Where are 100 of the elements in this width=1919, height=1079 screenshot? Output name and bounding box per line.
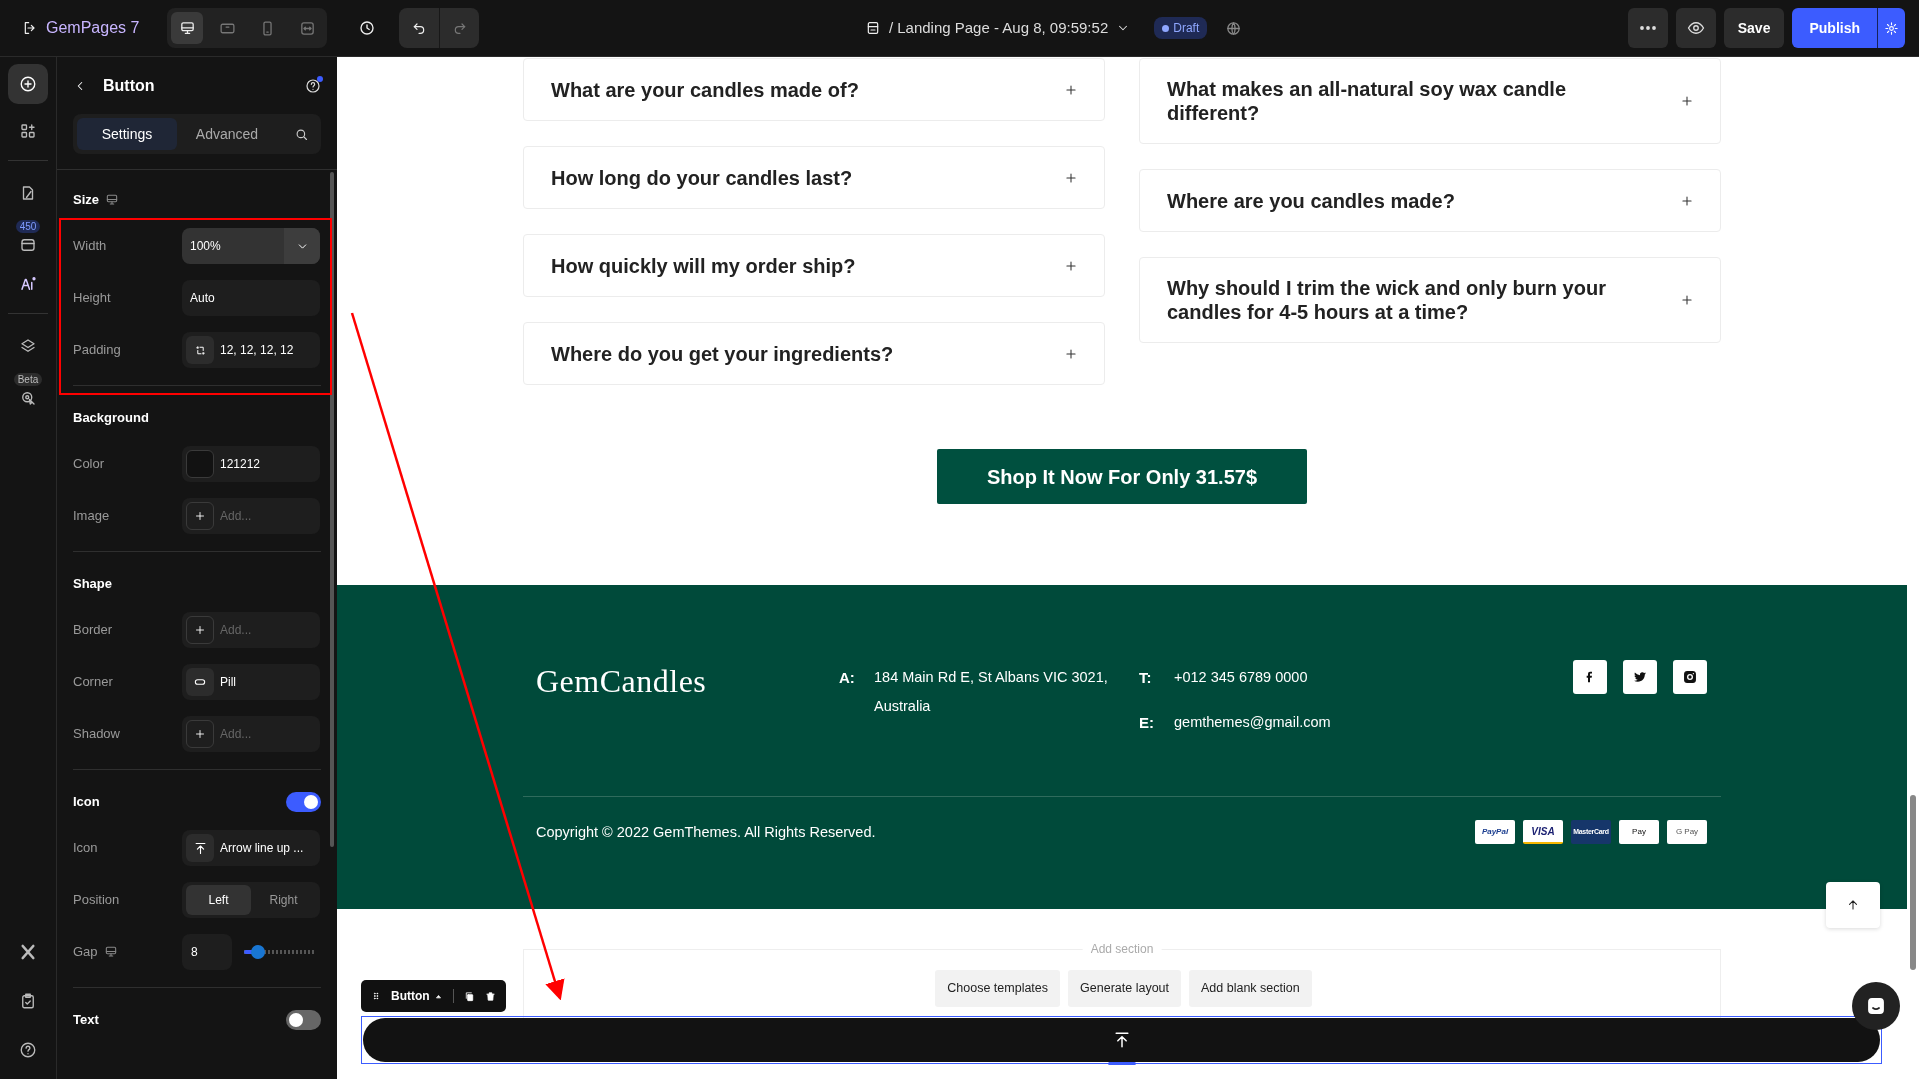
layers-icon [19, 337, 37, 355]
field-label: Color [73, 455, 105, 474]
field-label: Height [73, 289, 111, 308]
payment-logo: G Pay [1667, 820, 1707, 844]
clipboard-check-icon [19, 992, 37, 1010]
plus-icon [1680, 193, 1694, 208]
position-option[interactable]: Left [186, 885, 251, 915]
faq-item[interactable]: What are your candles made of? [523, 58, 1105, 121]
footer-logo: GemCandles [536, 662, 708, 701]
position-option[interactable]: Right [251, 885, 316, 915]
scrollbar-thumb[interactable] [1910, 795, 1916, 970]
contact-value: gemthemes@gmail.com [1174, 713, 1331, 732]
twitter-link[interactable] [1623, 660, 1657, 694]
plus-icon [1064, 346, 1078, 361]
toggle-switch[interactable] [286, 792, 321, 812]
desktop-icon [178, 19, 196, 37]
faq-question: Where are you candles made? [1167, 188, 1455, 213]
section-title: Shape [73, 575, 112, 594]
page-title-dropdown[interactable]: / Landing Page - Aug 8, 09:59:52 [888, 16, 1131, 40]
field-label: Width [73, 237, 107, 256]
width-select[interactable]: 100% [182, 228, 320, 264]
field-label: Image [73, 507, 110, 526]
clock-icon [358, 19, 377, 37]
faq-item[interactable]: What makes an all-natural soy wax candle different? [1139, 58, 1721, 144]
field-label: Icon [73, 839, 98, 858]
more-button[interactable] [1627, 8, 1668, 48]
contact-value: +012 345 6789 0000 [1174, 668, 1308, 687]
field-label: Padding [73, 341, 121, 360]
icon-select[interactable]: Arrow line up ... [182, 830, 320, 866]
field-label: Border [73, 621, 113, 640]
chat-button[interactable] [1852, 982, 1900, 1030]
height-field[interactable]: Auto [182, 280, 320, 316]
twitter-icon [1632, 669, 1648, 685]
padding-field[interactable]: 12, 12, 12, 12 [182, 332, 320, 368]
add-section-option[interactable]: Choose templates [935, 970, 1061, 1007]
arrow-up-line-icon [192, 840, 208, 856]
faq-question: What makes an all-natural soy wax candle different? [1167, 77, 1568, 125]
gap-field[interactable]: 8 [182, 934, 232, 970]
address-label: A: [839, 668, 856, 688]
faq-item[interactable]: Where are you candles made? [1139, 169, 1721, 232]
field-label: Position [73, 891, 120, 910]
plus-icon [1064, 170, 1078, 185]
settings-icon [1884, 20, 1899, 36]
panel-tab[interactable]: Settings [77, 118, 177, 150]
slider-thumb[interactable] [251, 945, 265, 959]
plus-icon [1064, 82, 1078, 97]
contact-label: E: [1139, 713, 1155, 733]
plus-icon [194, 728, 206, 740]
device-mode-button[interactable] [171, 12, 204, 44]
facebook-link[interactable] [1573, 660, 1607, 694]
faq-item[interactable]: Where do you get your ingredients? [523, 322, 1105, 385]
field-label: Corner [73, 673, 113, 692]
eye-icon [1686, 19, 1705, 37]
payment-logo: PayPal [1475, 820, 1515, 844]
elements-icon [19, 122, 37, 140]
settings-button[interactable] [1877, 8, 1905, 48]
section-title: Text [73, 1011, 99, 1030]
add-section-option[interactable]: Generate layout [1068, 970, 1181, 1007]
publish-button[interactable]: Publish [1792, 8, 1877, 48]
preview-button[interactable] [1675, 8, 1716, 48]
payment-logo: Pay [1619, 820, 1659, 844]
padding-icon [193, 343, 207, 357]
plus-icon [1064, 258, 1078, 273]
plus-icon [1680, 94, 1694, 108]
faq-item[interactable]: How quickly will my order ship? [523, 234, 1105, 297]
ai-icon [19, 275, 37, 293]
add-icon [19, 75, 37, 93]
section-icon [19, 236, 37, 254]
plus-icon [194, 624, 206, 636]
color-swatch[interactable] [186, 450, 214, 478]
faq-item[interactable]: How long do your candles last? [523, 146, 1105, 209]
plus-icon [1680, 293, 1694, 307]
contact-label: T: [1139, 668, 1153, 688]
faq-item[interactable]: Why should I trim the wick and only burn your candles for 4-5 hours at a time? [1139, 257, 1721, 343]
section-title: Icon [73, 793, 100, 812]
field-label: Shadow [73, 725, 120, 744]
shop-now-button[interactable]: Shop It Now For Only 31.57$ [937, 449, 1307, 504]
arrow-up-icon [1846, 898, 1860, 912]
save-button[interactable]: Save [1723, 8, 1785, 48]
drag-handle-icon [371, 990, 381, 1002]
beta-badge: Beta [13, 373, 43, 386]
status-badge: Draft [1154, 17, 1208, 39]
faq-question: How quickly will my order ship? [551, 253, 856, 278]
field-label: Gap [73, 943, 98, 962]
element-type-dropdown[interactable]: Button [391, 987, 443, 1005]
delete-icon [484, 990, 496, 1002]
address-text: 184 Main Rd E, St Albans VIC 3021, Australia [874, 668, 1109, 716]
panel-tab[interactable]: Advanced [177, 118, 277, 150]
instagram-link[interactable] [1673, 660, 1707, 694]
color-field[interactable]: 121212 [182, 446, 320, 482]
add-section-option[interactable]: Add blank section [1189, 970, 1312, 1007]
copyright-text: Copyright © 2022 GemThemes. All Rights Reserved. [536, 822, 876, 842]
help-icon [19, 1041, 37, 1059]
add-button[interactable] [8, 64, 48, 104]
more-icon [1639, 26, 1656, 30]
payment-logo: VISA [1523, 820, 1563, 844]
toggle-switch[interactable] [286, 1010, 321, 1030]
help-icon[interactable] [305, 77, 321, 94]
corner-select[interactable]: Pill [182, 664, 320, 700]
cursor-target-icon [19, 389, 37, 407]
